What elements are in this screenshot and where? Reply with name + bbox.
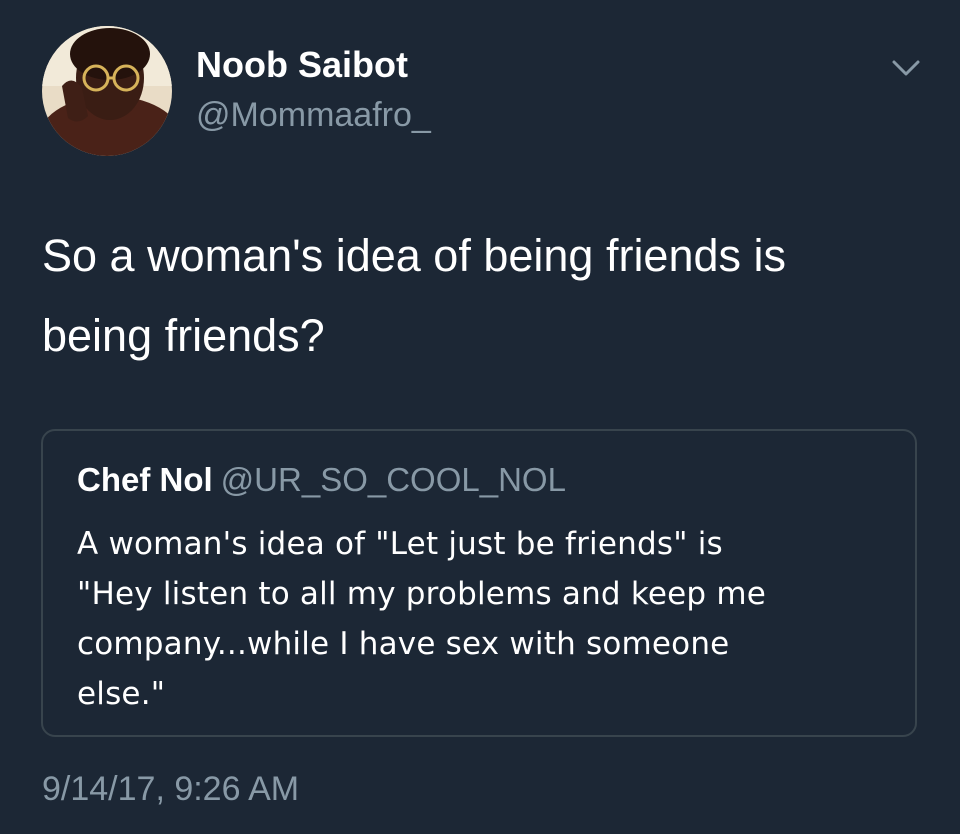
tweet-timestamp[interactable]: 9/14/17, 9:26 AM	[42, 770, 299, 809]
quoted-text-line: "Hey listen to all my problems and keep …	[77, 576, 767, 612]
tweet-menu-button[interactable]	[884, 50, 928, 86]
quoted-tweet-text: A woman's idea of "Let just be friends" …	[77, 519, 887, 719]
quoted-author-name: Chef Nol	[77, 461, 213, 498]
quoted-author-handle: @UR_SO_COOL_NOL	[220, 461, 566, 498]
tweet-text-line: being friends?	[42, 310, 325, 361]
quoted-text-line: else."	[77, 676, 166, 712]
author-display-name[interactable]: Noob Saibot	[196, 44, 408, 86]
author-handle[interactable]: @Mommaafro_	[196, 96, 431, 135]
quoted-text-line: A woman's idea of "Let just be friends" …	[77, 526, 723, 562]
quoted-tweet-card[interactable]: Chef Nol @UR_SO_COOL_NOL A woman's idea o…	[41, 429, 917, 737]
tweet-text-line: So a woman's idea of being friends is	[42, 230, 787, 281]
quoted-tweet-header: Chef Nol @UR_SO_COOL_NOL	[77, 461, 566, 499]
avatar-photo	[42, 26, 172, 156]
chevron-down-icon	[892, 60, 920, 76]
quoted-text-line: company...while I have sex with someone	[77, 626, 730, 662]
avatar[interactable]	[42, 26, 172, 156]
tweet-text: So a woman's idea of being friends is be…	[42, 216, 942, 376]
